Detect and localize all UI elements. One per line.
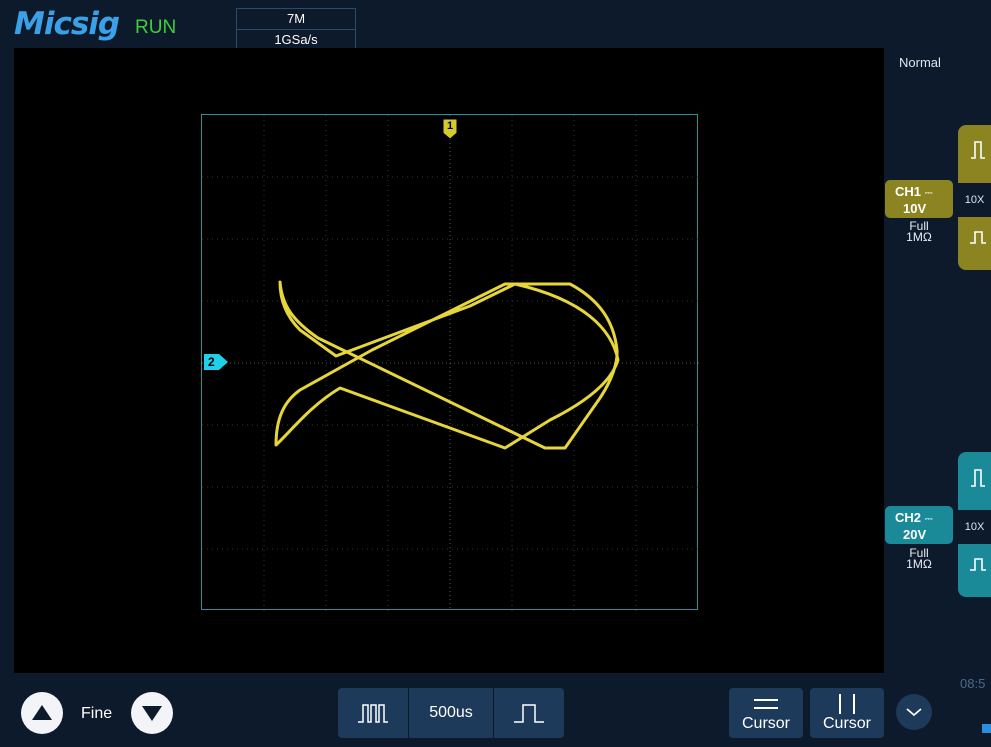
decrease-button[interactable] bbox=[131, 692, 173, 734]
ch1-name: CH1 bbox=[895, 184, 922, 199]
pulse-wave-icon[interactable] bbox=[970, 140, 986, 165]
ch1-impedance: 1MΩ bbox=[906, 230, 932, 244]
acquisition-info[interactable]: 7M 1GSa/s bbox=[236, 8, 356, 50]
brand-logo: Micsig bbox=[14, 6, 120, 42]
dc-coupling-icon: ⎓ bbox=[924, 514, 933, 525]
ch1-marker-label: 1 bbox=[447, 120, 454, 132]
run-state[interactable]: RUN bbox=[135, 17, 176, 39]
vertical-cursor-button[interactable]: Cursor bbox=[810, 688, 884, 738]
trigger-mode[interactable]: Normal bbox=[899, 55, 941, 70]
ch2-name: CH2 bbox=[895, 510, 922, 525]
ch1-position-marker[interactable]: 1 bbox=[442, 118, 458, 140]
pulse-wave-icon[interactable] bbox=[970, 468, 986, 493]
expand-menu-button[interactable] bbox=[896, 694, 932, 730]
step-wave-icon[interactable] bbox=[970, 557, 986, 576]
ch2-badge[interactable]: CH2 ⎓ 20V bbox=[885, 506, 953, 544]
ch1-scale: 10V bbox=[903, 201, 927, 216]
pulse-train-icon bbox=[358, 704, 388, 723]
timebase-value[interactable]: 500us bbox=[409, 688, 493, 738]
timebase-control: 500us bbox=[338, 688, 564, 738]
battery-icon bbox=[982, 724, 991, 733]
dc-coupling-icon: ⎓ bbox=[924, 188, 933, 199]
ch1-probe-ratio[interactable]: 10X bbox=[958, 183, 991, 217]
increase-button[interactable] bbox=[21, 692, 63, 734]
timebase-zoom-out-button[interactable] bbox=[338, 688, 408, 738]
sample-rate: 1GSa/s bbox=[237, 29, 355, 50]
clock: 08:5 bbox=[960, 676, 986, 691]
vertical-cursor-label: Cursor bbox=[822, 715, 871, 732]
fine-adjust-label[interactable]: Fine bbox=[81, 705, 112, 723]
single-pulse-icon bbox=[514, 704, 544, 723]
ch2-marker-shape bbox=[204, 354, 228, 370]
horizontal-cursor-button[interactable]: Cursor bbox=[729, 688, 803, 738]
horizontal-cursor-label: Cursor bbox=[741, 715, 790, 732]
timebase-zoom-in-button[interactable] bbox=[494, 688, 564, 738]
chevron-down-icon bbox=[906, 708, 922, 717]
ch2-position-marker[interactable]: 2 bbox=[203, 353, 229, 371]
xy-graticule bbox=[201, 114, 699, 611]
ch1-badge[interactable]: CH1 ⎓ 10V bbox=[885, 180, 953, 218]
ch2-probe-ratio[interactable]: 10X bbox=[958, 510, 991, 544]
memory-depth: 7M bbox=[286, 11, 306, 26]
graticule-lines bbox=[202, 115, 699, 611]
top-bar: Micsig RUN 7M 1GSa/s bbox=[0, 0, 991, 50]
triangle-down-icon bbox=[142, 706, 162, 721]
ch2-marker-label: 2 bbox=[208, 355, 215, 369]
ch2-scale: 20V bbox=[903, 527, 927, 542]
step-wave-icon[interactable] bbox=[970, 230, 986, 249]
ch2-impedance: 1MΩ bbox=[906, 557, 932, 571]
triangle-up-icon bbox=[32, 705, 52, 720]
